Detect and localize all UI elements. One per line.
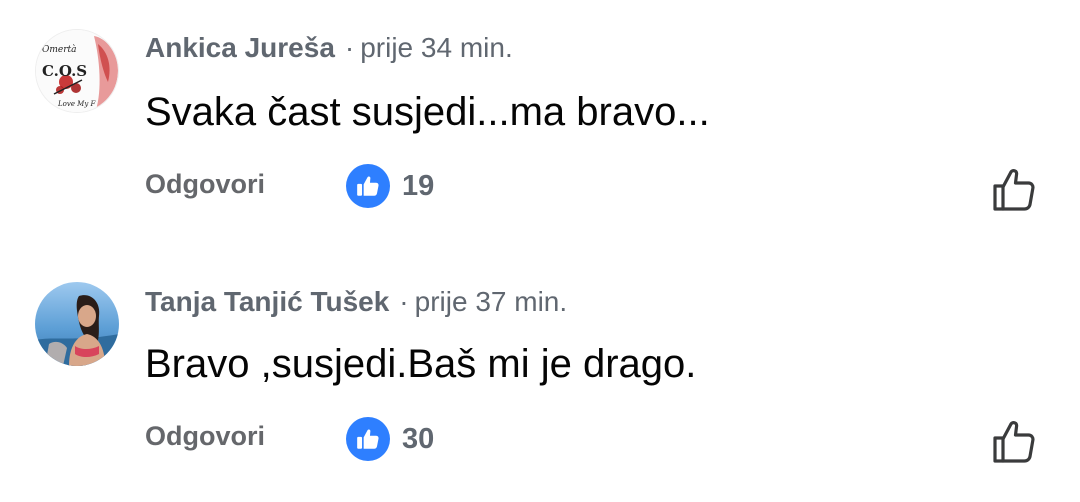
- comment-author[interactable]: Ankica Jureša: [145, 32, 335, 64]
- avatar-text-middle: C.O.S: [42, 62, 87, 80]
- comment-item: Tanja Tanjić Tušek · prije 37 min. Bravo…: [0, 252, 1080, 502]
- avatar-image: [35, 282, 119, 366]
- avatar-text-top: Omertà: [42, 44, 77, 55]
- like-button[interactable]: [990, 166, 1038, 214]
- reply-button[interactable]: Odgovori: [145, 169, 265, 200]
- avatar-image: Omertà C.O.S Love My F: [36, 30, 118, 112]
- like-button[interactable]: [990, 418, 1038, 466]
- meta-separator: ·: [399, 286, 409, 317]
- avatar[interactable]: Omertà C.O.S Love My F: [35, 29, 119, 113]
- like-reaction-icon: [346, 164, 390, 208]
- like-count: 19: [402, 169, 435, 202]
- thumbs-up-outline-icon: [993, 421, 1035, 463]
- comment-text: Bravo ,susjedi.Baš mi je drago.: [145, 342, 697, 386]
- like-count: 30: [402, 422, 435, 455]
- comment-timestamp: prije 37 min.: [414, 286, 568, 317]
- comment-author[interactable]: Tanja Tanjić Tušek: [145, 286, 389, 318]
- like-reaction-icon: [346, 417, 390, 461]
- comment-timestamp: prije 34 min.: [360, 32, 513, 63]
- avatar-text-bottom: Love My F: [57, 100, 97, 108]
- reaction-summary[interactable]: 19: [346, 164, 434, 208]
- meta-separator: ·: [344, 32, 355, 63]
- reaction-summary[interactable]: 30: [346, 417, 434, 461]
- comment-item: Omertà C.O.S Love My F Ankica Jureša · p…: [0, 0, 1080, 250]
- comment-header: Ankica Jureša · prije 34 min.: [145, 28, 513, 68]
- avatar[interactable]: [35, 282, 119, 366]
- comment-header: Tanja Tanjić Tušek · prije 37 min.: [145, 282, 567, 322]
- thumbs-up-outline-icon: [993, 169, 1035, 211]
- comment-text: Svaka čast susjedi...ma bravo...: [145, 90, 710, 134]
- reply-button[interactable]: Odgovori: [145, 421, 265, 452]
